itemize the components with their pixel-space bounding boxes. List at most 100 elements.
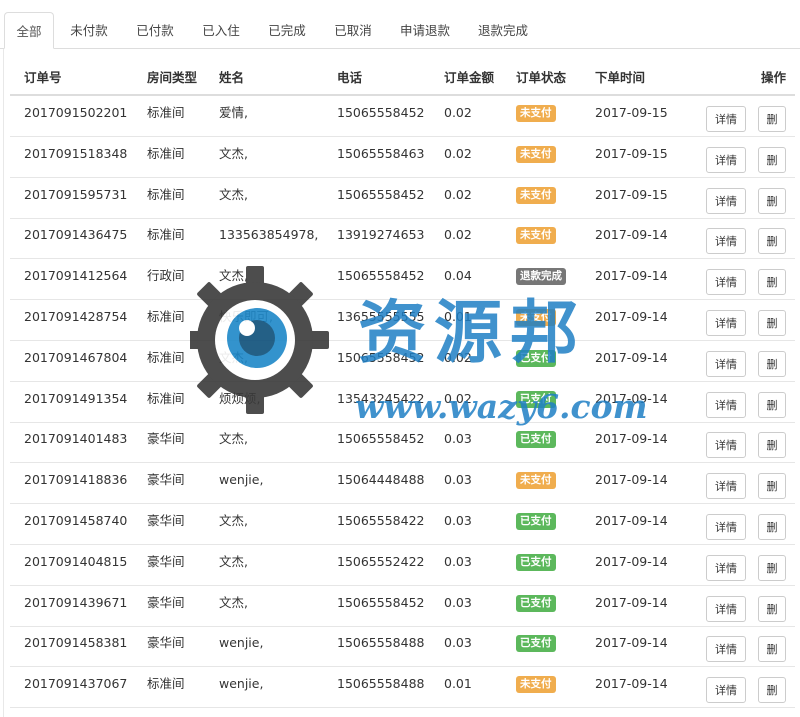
guest-name-cell: 文杰, [219, 268, 248, 284]
status-badge: 已支付 [516, 390, 556, 408]
table-row: 2017091439671 豪华间 文杰, 15065558452 0.03 2017-0… [10, 586, 795, 627]
tab-paid[interactable]: 已付款 [128, 12, 182, 49]
detail-button[interactable]: 详情 [706, 187, 746, 214]
guest-name-cell: wenjie, [219, 635, 264, 651]
table-row: 2017091518348 标准间 文杰, 15065558463 0.02 2017-0… [10, 137, 795, 178]
header-time: 下单时间 [595, 70, 646, 85]
delete-button[interactable]: 删 [758, 636, 786, 663]
table-row: 2017091491354 标准间 烦烦烦, 13543245422 0.02 2017-… [10, 382, 795, 423]
room-type-cell: 标准间 [147, 186, 185, 202]
room-type-cell: 豪华间 [147, 513, 185, 528]
table-row: 2017091437067 标准间 wenjie, 15065558488 0.01 20… [10, 667, 795, 709]
room-type-cell: 豪华间 [147, 594, 185, 610]
delete-button[interactable]: 删 [758, 554, 786, 581]
order-no-cell: 2017091404815 [24, 553, 128, 569]
tab-completed[interactable]: 已完成 [260, 12, 314, 49]
table-row: 2017091412564 行政间 文杰, 15065558452 0.04 2017-0… [10, 259, 795, 301]
status-badge: 已支付 [516, 349, 556, 367]
detail-button[interactable]: 详情 [706, 269, 746, 296]
tab-all[interactable]: 全部 [4, 12, 54, 49]
status-badge: 未支付 [516, 145, 556, 163]
detail-button[interactable]: 详情 [706, 595, 746, 622]
delete-button[interactable]: 删 [758, 391, 786, 418]
tab-cancelled[interactable]: 已取消 [326, 12, 380, 49]
table-row: 2017091595731 标准间 文杰, 15065558452 0.02 2017-0… [10, 178, 795, 219]
detail-button[interactable]: 详情 [706, 146, 746, 173]
tab-unpaid[interactable]: 未付款 [62, 12, 116, 49]
delete-button[interactable]: 删 [758, 106, 786, 132]
guest-name-cell: 133563854978, [219, 227, 319, 243]
amount-cell: 0.02 [444, 390, 472, 406]
order-time-cell: 2017-09-14 [595, 309, 668, 324]
status-badge: 已支付 [516, 431, 556, 449]
tab-refund-requested[interactable]: 申请退款 [394, 12, 456, 49]
room-type-cell: 标准间 [147, 105, 185, 120]
order-time-cell: 2017-09-14 [595, 553, 668, 569]
header-name: 姓名 [219, 70, 245, 85]
room-type-cell: 标准间 [147, 676, 185, 692]
table-row: 2017091436475 标准间 133563854978, 13919274653… [10, 218, 795, 260]
status-badge: 已支付 [516, 513, 556, 530]
phone-cell: 15065558488 [337, 676, 425, 692]
room-type-cell: 行政间 [147, 268, 185, 284]
detail-button[interactable]: 详情 [706, 514, 746, 540]
status-badge: 已支付 [516, 635, 556, 653]
detail-button[interactable]: 详情 [706, 677, 746, 704]
detail-button[interactable]: 详情 [706, 350, 746, 377]
order-no-cell: 2017091502201 [24, 105, 128, 120]
room-type-cell: 豪华间 [147, 472, 185, 488]
table-row: 2017091428754 标准间 快乐即可, 13655555555 0.01 2017… [10, 300, 795, 341]
detail-button[interactable]: 详情 [706, 554, 746, 581]
delete-button[interactable]: 删 [758, 595, 786, 622]
header-amount: 订单金额 [444, 70, 495, 85]
table-row: 2017091458740 豪华间 文杰, 15065558422 0.03 2017-0… [10, 504, 795, 545]
tab-refund-completed[interactable]: 退款完成 [472, 12, 534, 49]
room-type-cell: 标准间 [147, 227, 185, 243]
status-badge: 未支付 [516, 676, 556, 694]
status-badge: 退款完成 [516, 268, 566, 286]
detail-button[interactable]: 详情 [706, 473, 746, 500]
order-no-cell: 2017091436475 [24, 227, 128, 243]
order-no-cell: 2017091428754 [24, 309, 128, 324]
status-badge: 已支付 [516, 594, 556, 612]
phone-cell: 13543245422 [337, 390, 425, 406]
delete-button[interactable]: 删 [758, 350, 786, 377]
phone-cell: 15065558463 [337, 145, 425, 161]
guest-name-cell: 爱情, [219, 105, 248, 120]
delete-button[interactable]: 删 [758, 514, 786, 540]
phone-cell: 15065552422 [337, 553, 425, 569]
phone-cell: 15065558452 [337, 186, 425, 202]
room-type-cell: 标准间 [147, 390, 185, 406]
amount-cell: 0.01 [444, 676, 472, 692]
guest-name-cell: 文杰, [219, 553, 248, 569]
amount-cell: 0.03 [444, 431, 472, 447]
phone-cell: 15065558488 [337, 635, 425, 651]
detail-button[interactable]: 详情 [706, 310, 746, 336]
table-header: 订单号 房间类型 姓名 电话 订单金额 订单状态 下单时间 操作 [10, 58, 795, 96]
phone-cell: 15065558422 [337, 513, 425, 528]
table-row: 2017091401483 豪华间 文杰, 15065558452 0.03 2017-0… [10, 422, 795, 464]
order-no-cell: 2017091437067 [24, 676, 128, 692]
detail-button[interactable]: 详情 [706, 106, 746, 132]
delete-button[interactable]: 删 [758, 432, 786, 459]
detail-button[interactable]: 详情 [706, 228, 746, 255]
delete-button[interactable]: 删 [758, 228, 786, 255]
detail-button[interactable]: 详情 [706, 636, 746, 663]
delete-button[interactable]: 删 [758, 473, 786, 500]
tab-checked-in[interactable]: 已入住 [194, 12, 248, 49]
detail-button[interactable]: 详情 [706, 391, 746, 418]
order-no-cell: 2017091458381 [24, 635, 128, 651]
delete-button[interactable]: 删 [758, 269, 786, 296]
order-time-cell: 2017-09-15 [595, 186, 668, 202]
order-time-cell: 2017-09-14 [595, 390, 668, 406]
delete-button[interactable]: 删 [758, 146, 786, 173]
phone-cell: 13655555555 [337, 309, 425, 324]
delete-button[interactable]: 删 [758, 310, 786, 336]
order-time-cell: 2017-09-14 [595, 431, 668, 447]
delete-button[interactable]: 删 [758, 187, 786, 214]
order-no-cell: 2017091518348 [24, 145, 128, 161]
detail-button[interactable]: 详情 [706, 432, 746, 459]
delete-button[interactable]: 删 [758, 677, 786, 704]
guest-name-cell: 文杰, [219, 431, 248, 447]
amount-cell: 0.01 [444, 309, 472, 324]
